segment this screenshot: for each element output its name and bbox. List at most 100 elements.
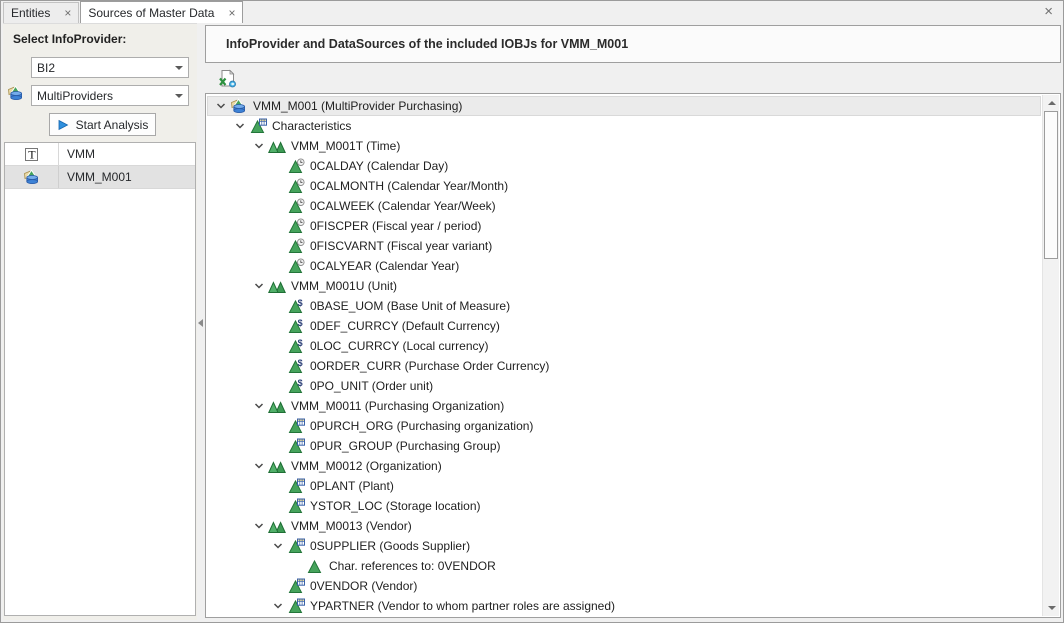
char-grid-icon [287, 438, 305, 454]
tree-item[interactable]: VMM_M0012 (Organization) [207, 456, 1041, 476]
chevron-placeholder [287, 558, 306, 574]
tab-entities[interactable]: Entities × [3, 2, 79, 23]
chevron-down-icon[interactable] [249, 138, 268, 154]
catalog-icon [268, 398, 286, 414]
chevron-down-icon[interactable] [249, 278, 268, 294]
chevron-placeholder [268, 218, 287, 234]
tree-item-label: 0LOC_CURRCY (Local currency) [310, 339, 489, 353]
tree-item-label: YPARTNER (Vendor to whom partner roles a… [310, 599, 615, 613]
tree-item[interactable]: 0SUPPLIER (Goods Supplier) [207, 536, 1041, 556]
chevron-placeholder [268, 298, 287, 314]
chevron-down-icon[interactable] [249, 398, 268, 414]
tree-item[interactable]: VMM_M0013 (Vendor) [207, 516, 1041, 536]
scrollbar-thumb[interactable] [1044, 111, 1058, 259]
tree-item[interactable]: $0BASE_UOM (Base Unit of Measure) [207, 296, 1041, 316]
window-close-icon[interactable]: × [1044, 4, 1053, 19]
char-time-icon [287, 238, 305, 254]
tab-sources-of-master-data[interactable]: Sources of Master Data × [80, 1, 243, 23]
table-row[interactable]: VMM_M001 [5, 166, 195, 189]
provider-type-dropdown-value: MultiProviders [32, 89, 170, 103]
excel-export-icon [218, 69, 237, 88]
tree-item[interactable]: 0PURCH_ORG (Purchasing organization) [207, 416, 1041, 436]
tree-item[interactable]: 0CALMONTH (Calendar Year/Month) [207, 176, 1041, 196]
tab-strip: Entities × Sources of Master Data × × [1, 1, 1063, 23]
tree-item[interactable]: YSTOR_LOC (Storage location) [207, 496, 1041, 516]
chevron-placeholder [268, 158, 287, 174]
text-filter-icon: T [5, 143, 59, 165]
provider-filter-input[interactable]: VMM [59, 147, 195, 161]
tree-item[interactable]: Char. references to: 0VENDOR [207, 556, 1041, 576]
chevron-down-icon[interactable] [249, 518, 268, 534]
tree-item[interactable]: 0FISCPER (Fiscal year / period) [207, 216, 1041, 236]
tree-item[interactable]: VMM_M0011 (Purchasing Organization) [207, 396, 1041, 416]
export-excel-button[interactable] [215, 66, 239, 90]
tree-item-label: 0PURCH_ORG (Purchasing organization) [310, 419, 533, 433]
sidebar-title: Select InfoProvider: [13, 32, 126, 46]
tree-item-label: 0FISCVARNT (Fiscal year variant) [310, 239, 492, 253]
tree-item[interactable]: 0FISCVARNT (Fiscal year variant) [207, 236, 1041, 256]
chevron-placeholder [268, 498, 287, 514]
start-analysis-button[interactable]: Start Analysis [49, 113, 156, 136]
svg-text:$: $ [297, 378, 302, 388]
tree-item[interactable]: VMM_M001U (Unit) [207, 276, 1041, 296]
triangle-icon [306, 558, 324, 574]
tree-item[interactable]: 0CALDAY (Calendar Day) [207, 156, 1041, 176]
chevron-placeholder [268, 418, 287, 434]
main-panel: InfoProvider and DataSources of the incl… [205, 23, 1061, 620]
vertical-scrollbar[interactable] [1042, 95, 1059, 616]
chevron-down-icon[interactable] [211, 98, 230, 114]
tree-item-label: 0ORDER_CURR (Purchase Order Currency) [310, 359, 549, 373]
tree-item[interactable]: 0PUR_GROUP (Purchasing Group) [207, 436, 1041, 456]
tree-item[interactable]: Characteristics [207, 116, 1041, 136]
tree-toolbar [205, 63, 1061, 93]
tree-item-label: 0FISCPER (Fiscal year / period) [310, 219, 481, 233]
tree-item-label: VMM_M0011 (Purchasing Organization) [291, 399, 504, 413]
chevron-placeholder [268, 338, 287, 354]
app-window: Entities × Sources of Master Data × × Se… [0, 0, 1064, 623]
tree-item[interactable]: $0PO_UNIT (Order unit) [207, 376, 1041, 396]
chevron-placeholder [268, 478, 287, 494]
chevron-down-icon[interactable] [268, 598, 287, 614]
chevron-down-icon[interactable] [268, 538, 287, 554]
multiprovider-icon [7, 85, 27, 105]
svg-text:$: $ [297, 338, 302, 348]
tree-item[interactable]: $0LOC_CURRCY (Local currency) [207, 336, 1041, 356]
provider-type-dropdown[interactable]: MultiProviders [31, 85, 189, 106]
svg-text:$: $ [297, 298, 302, 308]
play-icon [57, 119, 69, 131]
char-grid-icon [287, 478, 305, 494]
chevron-placeholder [268, 178, 287, 194]
tree-item-label: 0SUPPLIER (Goods Supplier) [310, 539, 470, 553]
provider-result-table: T VMM VMM_M001 [4, 142, 196, 616]
tree-item[interactable]: VMM_M001 (MultiProvider Purchasing) [207, 96, 1041, 116]
system-dropdown-value: BI2 [32, 61, 170, 75]
chevron-down-icon[interactable] [170, 94, 188, 98]
tree-item[interactable]: YPARTNER (Vendor to whom partner roles a… [207, 596, 1041, 616]
tab-entities-label: Entities [11, 6, 50, 20]
tab-entities-close-icon[interactable]: × [64, 7, 71, 19]
scroll-up-icon[interactable] [1043, 95, 1060, 111]
tree-item[interactable]: VMM_M001T (Time) [207, 136, 1041, 156]
tree-item[interactable]: $0ORDER_CURR (Purchase Order Currency) [207, 356, 1041, 376]
chevron-down-icon[interactable] [249, 458, 268, 474]
chevron-down-icon[interactable] [170, 66, 188, 70]
tree-item-label: 0CALYEAR (Calendar Year) [310, 259, 459, 273]
tree-item[interactable]: 0VENDOR (Vendor) [207, 576, 1041, 596]
char-grid-icon [249, 118, 267, 134]
scroll-down-icon[interactable] [1043, 600, 1060, 616]
tree-item-label: 0DEF_CURRCY (Default Currency) [310, 319, 500, 333]
multiprovider-icon [230, 98, 248, 114]
iobj-tree-box: VMM_M001 (MultiProvider Purchasing)Chara… [205, 93, 1061, 618]
tree-item[interactable]: $0DEF_CURRCY (Default Currency) [207, 316, 1041, 336]
tree-item[interactable]: 0PLANT (Plant) [207, 476, 1041, 496]
tree-item-label: 0VENDOR (Vendor) [310, 579, 417, 593]
chevron-placeholder [268, 378, 287, 394]
tree-item-label: 0BASE_UOM (Base Unit of Measure) [310, 299, 510, 313]
panel-splitter[interactable] [197, 23, 205, 620]
chevron-down-icon[interactable] [230, 118, 249, 134]
system-dropdown[interactable]: BI2 [31, 57, 189, 78]
collapse-left-icon[interactable] [198, 319, 203, 327]
tree-item[interactable]: 0CALYEAR (Calendar Year) [207, 256, 1041, 276]
tree-item[interactable]: 0CALWEEK (Calendar Year/Week) [207, 196, 1041, 216]
tab-sources-close-icon[interactable]: × [228, 7, 235, 19]
